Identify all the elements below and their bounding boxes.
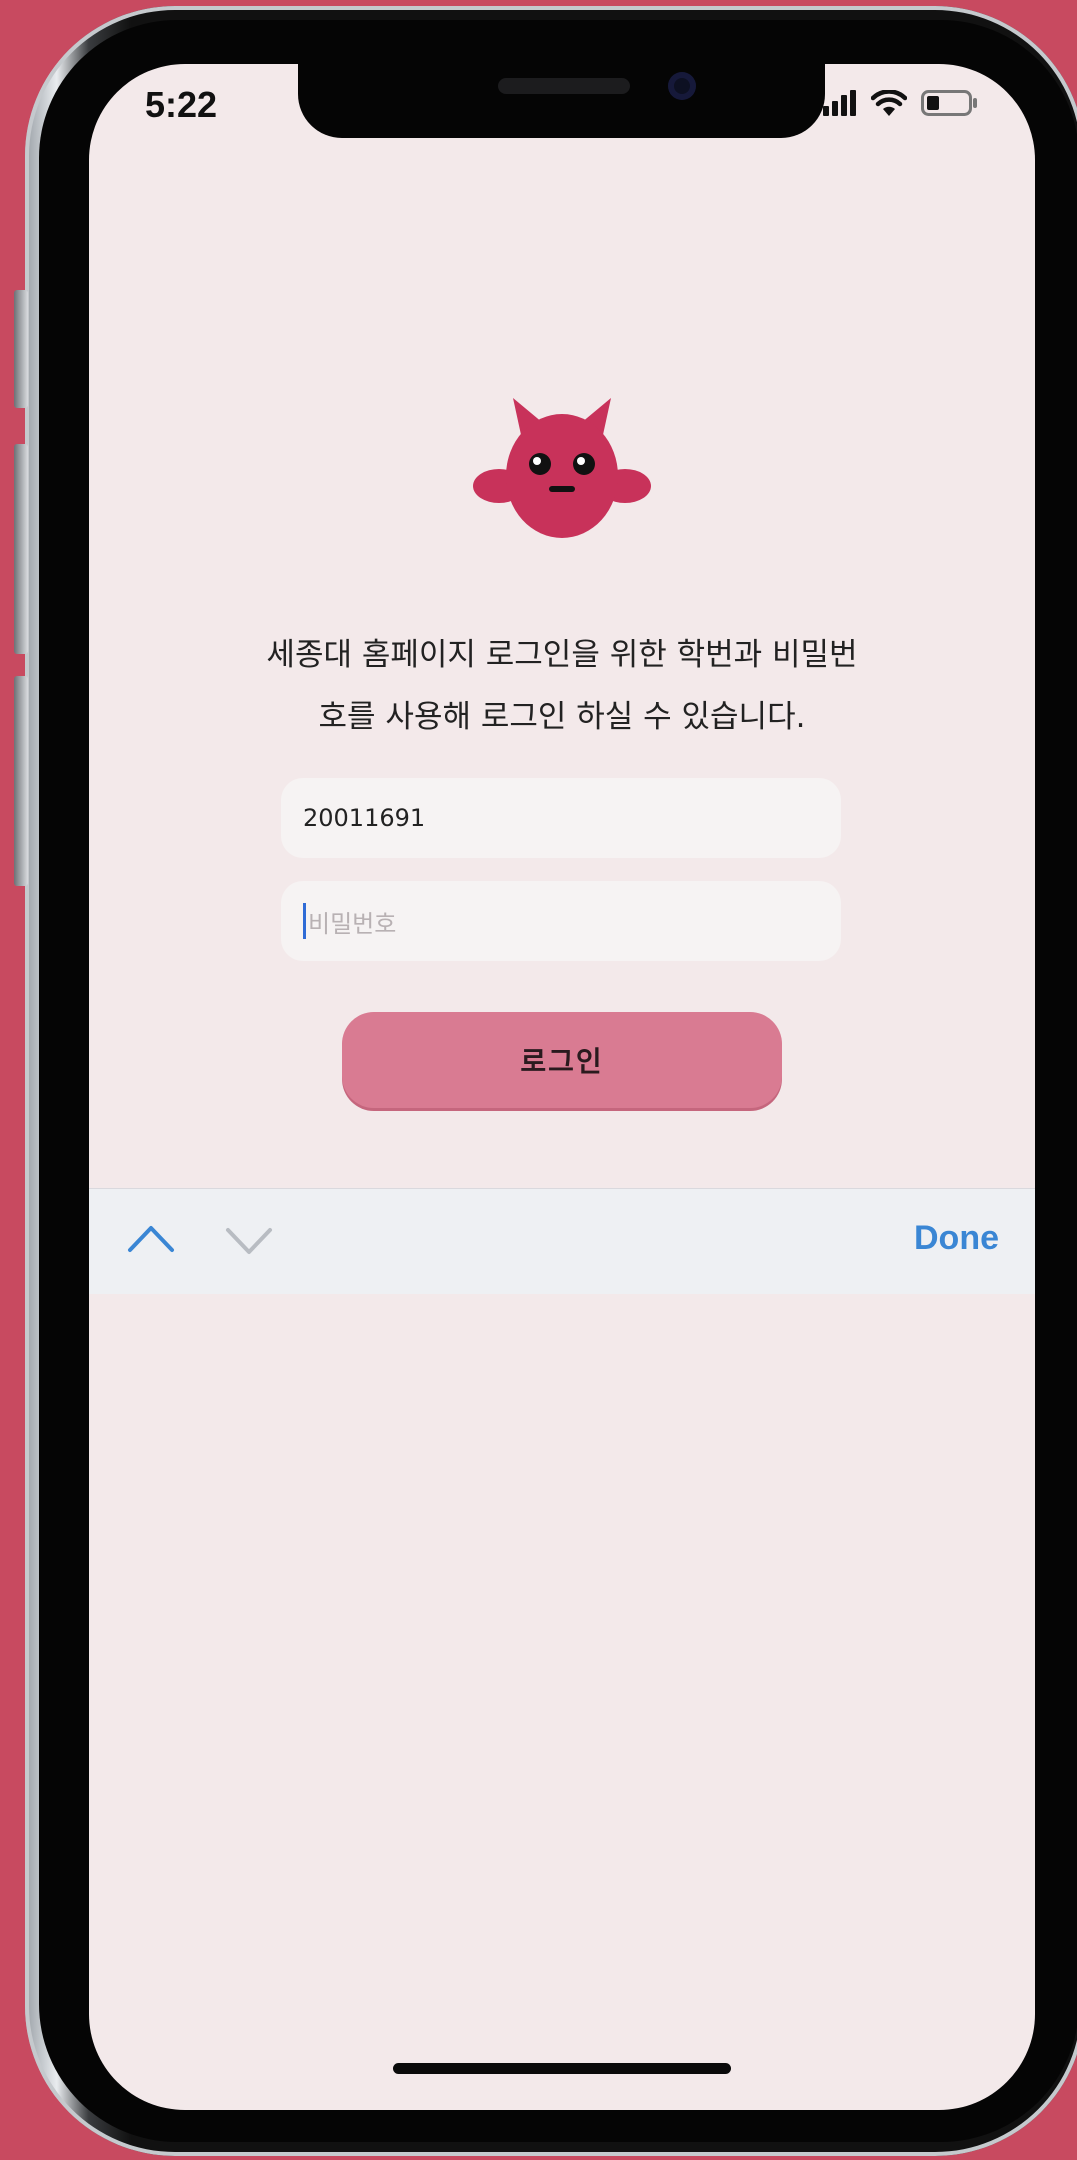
notch (298, 64, 825, 138)
status-icons (823, 90, 979, 116)
chevron-down-icon[interactable] (225, 1227, 273, 1257)
status-time: 5:22 (145, 84, 218, 125)
chevron-up-icon[interactable] (127, 1223, 175, 1253)
front-camera (668, 72, 696, 100)
keyboard-accessory-bar: Done (89, 1188, 1035, 1294)
mascot-logo-icon (473, 398, 651, 538)
wifi-icon (871, 90, 907, 116)
battery-icon (921, 90, 977, 116)
password-placeholder: 비밀번호 (308, 909, 397, 938)
intro-text: 세종대 홈페이지 로그인을 위한 학번과 비밀번 호를 사용해 로그인 하실 수… (169, 624, 955, 748)
intro-line-1: 세종대 홈페이지 로그인을 위한 학번과 비밀번 (266, 637, 858, 673)
student-id-value: 20011691 (303, 804, 426, 832)
text-caret (303, 903, 306, 939)
home-indicator[interactable] (393, 2063, 731, 2074)
volume-down-button (14, 676, 28, 886)
mute-switch (14, 290, 28, 408)
earpiece-speaker (498, 78, 630, 94)
intro-line-2: 호를 사용해 로그인 하실 수 있습니다. (318, 699, 806, 735)
student-id-field[interactable]: 20011691 (281, 778, 841, 858)
login-button-label: 로그인 (520, 1045, 604, 1078)
phone-screen: 5:22 세종대 홈페이지 로그인을 위한 학번과 비밀번 호를 사용해 로그인… (89, 64, 1035, 2110)
password-field[interactable]: 비밀번호 (281, 881, 841, 961)
login-button[interactable]: 로그인 (342, 1012, 782, 1108)
done-button[interactable]: Done (914, 1219, 999, 1258)
volume-up-button (14, 444, 28, 654)
signal-icon (823, 90, 856, 116)
